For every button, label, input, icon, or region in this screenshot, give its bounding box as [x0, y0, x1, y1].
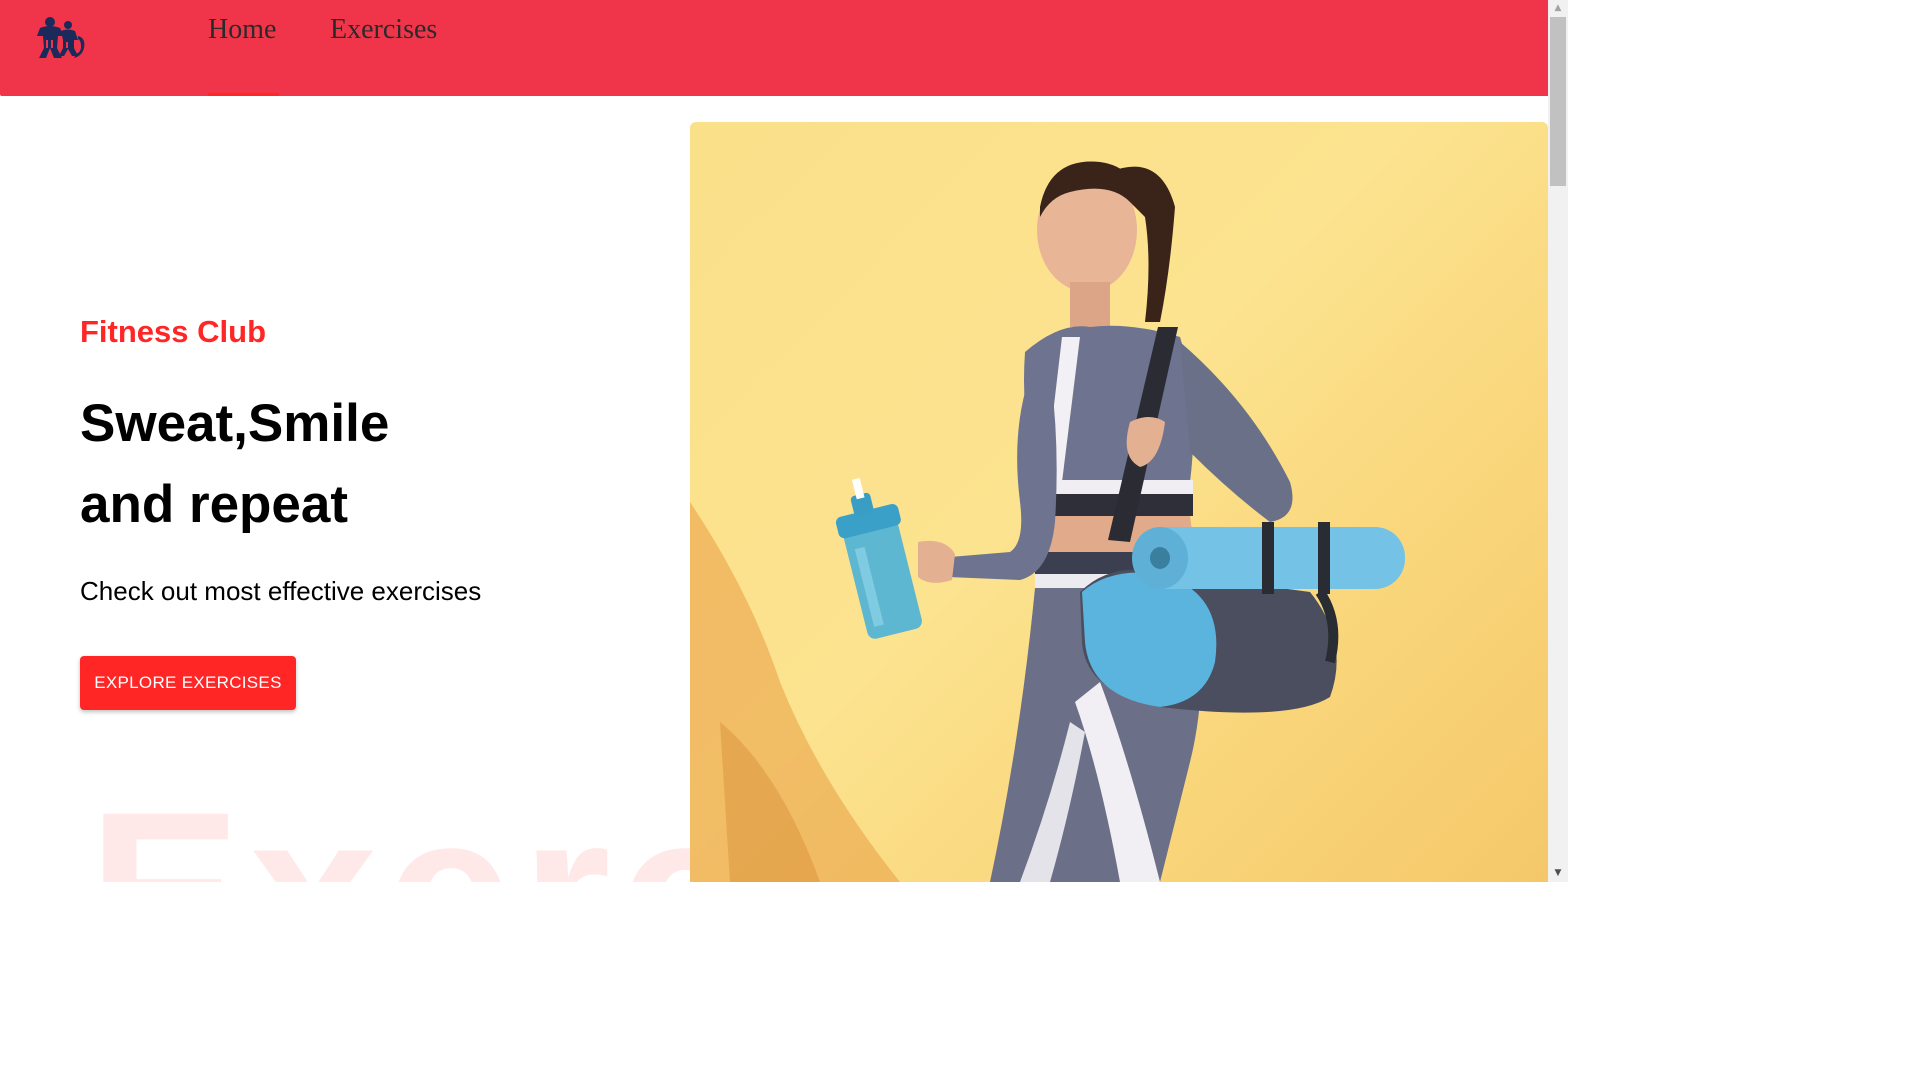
navbar: Home Exercises	[0, 0, 1548, 96]
explore-exercises-button[interactable]: EXPLORE EXERCISES	[80, 656, 296, 710]
hero-title-line-2: and repeat	[80, 475, 349, 534]
active-nav-indicator	[208, 93, 279, 96]
vertical-scrollbar[interactable]: ▲ ▼	[1548, 0, 1568, 882]
hero-title: Sweat,Smile and repeat	[80, 383, 389, 545]
gym-logo-icon[interactable]	[34, 14, 88, 62]
scroll-down-arrow-icon[interactable]: ▼	[1548, 865, 1568, 882]
nav-link-exercises[interactable]: Exercises	[330, 14, 437, 46]
hero-subtitle: Fitness Club	[80, 314, 267, 349]
hero-description: Check out most effective exercises	[80, 576, 482, 606]
scrollbar-thumb[interactable]	[1550, 17, 1566, 186]
scroll-up-arrow-icon[interactable]: ▲	[1548, 0, 1568, 17]
hero-banner-image	[690, 122, 1548, 882]
hero-title-line-1: Sweat,Smile	[80, 394, 390, 453]
page: Home Exercises Exercise Fitness Club Swe…	[0, 0, 1568, 882]
nav-link-home[interactable]: Home	[208, 14, 276, 46]
